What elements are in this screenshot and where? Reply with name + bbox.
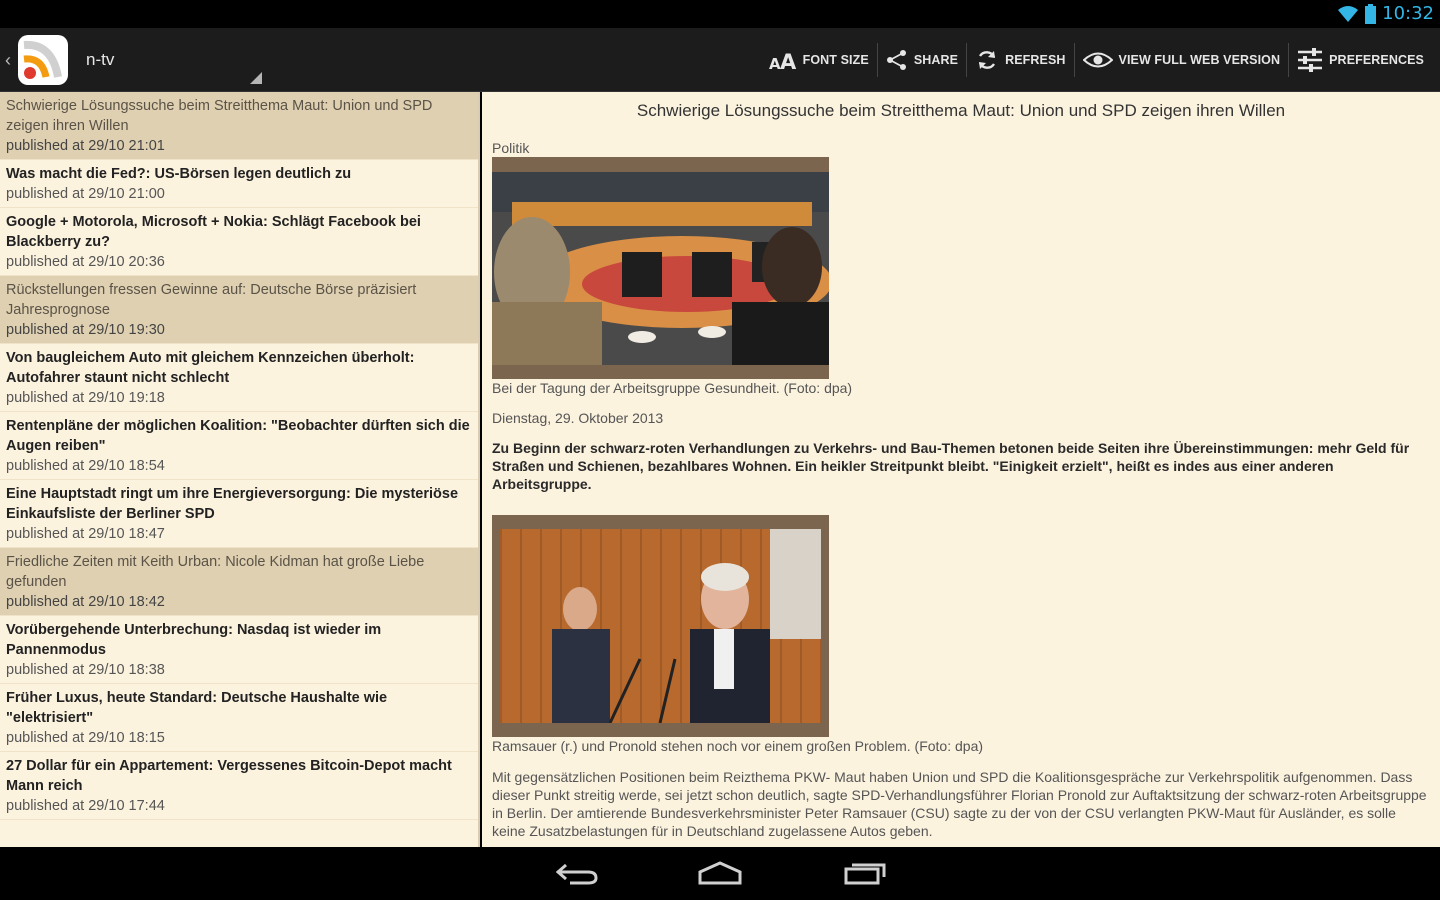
list-item[interactable]: 27 Dollar für ein Appartement: Vergessen… bbox=[0, 752, 478, 820]
meeting-photo-image bbox=[492, 172, 832, 365]
list-item-date: published at 29/10 18:47 bbox=[6, 526, 165, 542]
article-title: Schwierige Lösungssuche beim Streitthema… bbox=[636, 101, 1286, 120]
list-item-title: Google + Motorola, Microsoft + Nokia: Sc… bbox=[6, 214, 421, 250]
list-item-title: Eine Hauptstadt ringt um ihre Energiever… bbox=[6, 486, 459, 522]
list-item-date: published at 29/10 19:18 bbox=[6, 390, 165, 406]
clock: 10:32 bbox=[1382, 3, 1434, 24]
list-item-date: published at 29/10 20:36 bbox=[6, 254, 165, 270]
list-item-date: published at 29/10 21:00 bbox=[6, 186, 165, 202]
refresh-button[interactable]: REFRESH bbox=[967, 28, 1073, 92]
photo-caption: Ramsauer (r.) und Pronold stehen noch vo… bbox=[492, 738, 984, 754]
status-bar: 10:32 bbox=[0, 0, 1440, 28]
font-size-icon: A A bbox=[769, 50, 797, 71]
back-icon[interactable] bbox=[556, 861, 598, 885]
share-label: SHARE bbox=[913, 53, 959, 67]
spinner-indicator-icon[interactable] bbox=[250, 72, 262, 84]
list-item-title: Rentenpläne der möglichen Koalition: "Be… bbox=[6, 418, 470, 454]
refresh-icon bbox=[978, 51, 996, 69]
list-item[interactable]: Schwierige Lösungssuche beim Streitthema… bbox=[0, 92, 478, 160]
list-item-title: Was macht die Fed?: US-Börsen legen deut… bbox=[6, 166, 352, 182]
list-item-title: Rückstellungen fressen Gewinne auf: Deut… bbox=[6, 282, 417, 318]
list-item[interactable]: Friedliche Zeiten mit Keith Urban: Nicol… bbox=[0, 548, 478, 616]
article-body: Mit gegensätzlichen Positionen beim Reiz… bbox=[492, 769, 1427, 839]
list-item-title: Vorübergehende Unterbrechung: Nasdaq ist… bbox=[6, 622, 382, 658]
wifi-icon bbox=[1338, 5, 1359, 22]
share-button[interactable]: SHARE bbox=[878, 28, 966, 92]
list-item-title: Schwierige Lösungssuche beim Streitthema… bbox=[6, 98, 433, 134]
preferences-button[interactable]: PREFERENCES bbox=[1289, 28, 1432, 92]
list-item-date: published at 29/10 18:15 bbox=[6, 730, 165, 746]
recents-icon[interactable] bbox=[844, 861, 886, 885]
refresh-label: REFRESH bbox=[1005, 53, 1066, 67]
home-icon[interactable] bbox=[698, 861, 742, 885]
list-item-date: published at 29/10 18:54 bbox=[6, 458, 165, 474]
list-item[interactable]: Google + Motorola, Microsoft + Nokia: Sc… bbox=[0, 208, 478, 276]
list-item[interactable]: Rückstellungen fressen Gewinne auf: Deut… bbox=[0, 276, 478, 344]
list-item[interactable]: Rentenpläne der möglichen Koalition: "Be… bbox=[0, 412, 478, 480]
list-item-date: published at 29/10 18:38 bbox=[6, 662, 165, 678]
app-logo-rss-icon[interactable] bbox=[16, 33, 70, 87]
list-item-title: 27 Dollar für ein Appartement: Vergessen… bbox=[6, 758, 452, 794]
list-item-title: Von baugleichem Auto mit gleichem Kennze… bbox=[6, 350, 415, 386]
share-icon bbox=[886, 50, 906, 70]
list-item[interactable]: Früher Luxus, heute Standard: Deutsche H… bbox=[0, 684, 478, 752]
view-full-web-version-button[interactable]: VIEW FULL WEB VERSION bbox=[1075, 28, 1289, 92]
list-item-title: Friedliche Zeiten mit Keith Urban: Nicol… bbox=[6, 554, 425, 590]
press-photo-image bbox=[500, 529, 821, 724]
action-items: A A FONT SIZE SHARE REFRESH VIEW FULL WE… bbox=[761, 28, 1432, 92]
list-item-date: published at 29/10 19:30 bbox=[6, 322, 165, 338]
article-lead: Zu Beginn der schwarz-roten Verhandlunge… bbox=[492, 440, 1410, 492]
status-icons: 10:32 bbox=[1337, 3, 1434, 24]
article-list[interactable]: Schwierige Lösungssuche beim Streitthema… bbox=[0, 92, 480, 847]
article-view[interactable]: Schwierige Lösungssuche beim Streitthema… bbox=[482, 92, 1440, 847]
photo-caption: Bei der Tagung der Arbeitsgruppe Gesundh… bbox=[492, 380, 853, 396]
eye-icon bbox=[1082, 52, 1113, 68]
battery-icon bbox=[1365, 3, 1377, 24]
preferences-label: PREFERENCES bbox=[1329, 53, 1424, 67]
list-item-date: published at 29/10 18:42 bbox=[6, 594, 165, 610]
up-navigation-icon[interactable]: ‹ bbox=[5, 50, 11, 71]
sliders-icon bbox=[1298, 48, 1323, 72]
list-item[interactable]: Eine Hauptstadt ringt um ihre Energiever… bbox=[0, 480, 478, 548]
article-photo-meeting bbox=[492, 157, 832, 379]
list-item-date: published at 29/10 17:44 bbox=[6, 798, 165, 814]
app-title[interactable]: n-tv bbox=[86, 50, 114, 70]
list-item[interactable]: Vorübergehende Unterbrechung: Nasdaq ist… bbox=[0, 616, 478, 684]
font-size-button[interactable]: A A FONT SIZE bbox=[761, 28, 877, 92]
article-category: Politik bbox=[492, 140, 530, 156]
svg-text:A: A bbox=[780, 50, 797, 71]
list-item[interactable]: Was macht die Fed?: US-Börsen legen deut… bbox=[0, 160, 478, 208]
list-item[interactable]: Von baugleichem Auto mit gleichem Kennze… bbox=[0, 344, 478, 412]
navigation-bar bbox=[0, 847, 1440, 900]
font-size-label: FONT SIZE bbox=[802, 53, 869, 67]
view-full-web-version-label: VIEW FULL WEB VERSION bbox=[1118, 53, 1281, 67]
list-item-date: published at 29/10 21:01 bbox=[6, 138, 165, 154]
article-photo-press bbox=[492, 515, 829, 737]
article-date: Dienstag, 29. Oktober 2013 bbox=[492, 410, 664, 426]
list-item-title: Früher Luxus, heute Standard: Deutsche H… bbox=[6, 690, 388, 726]
action-bar: ‹ n-tv A A FONT SIZE SHARE REFRESH VIEW … bbox=[0, 28, 1440, 92]
